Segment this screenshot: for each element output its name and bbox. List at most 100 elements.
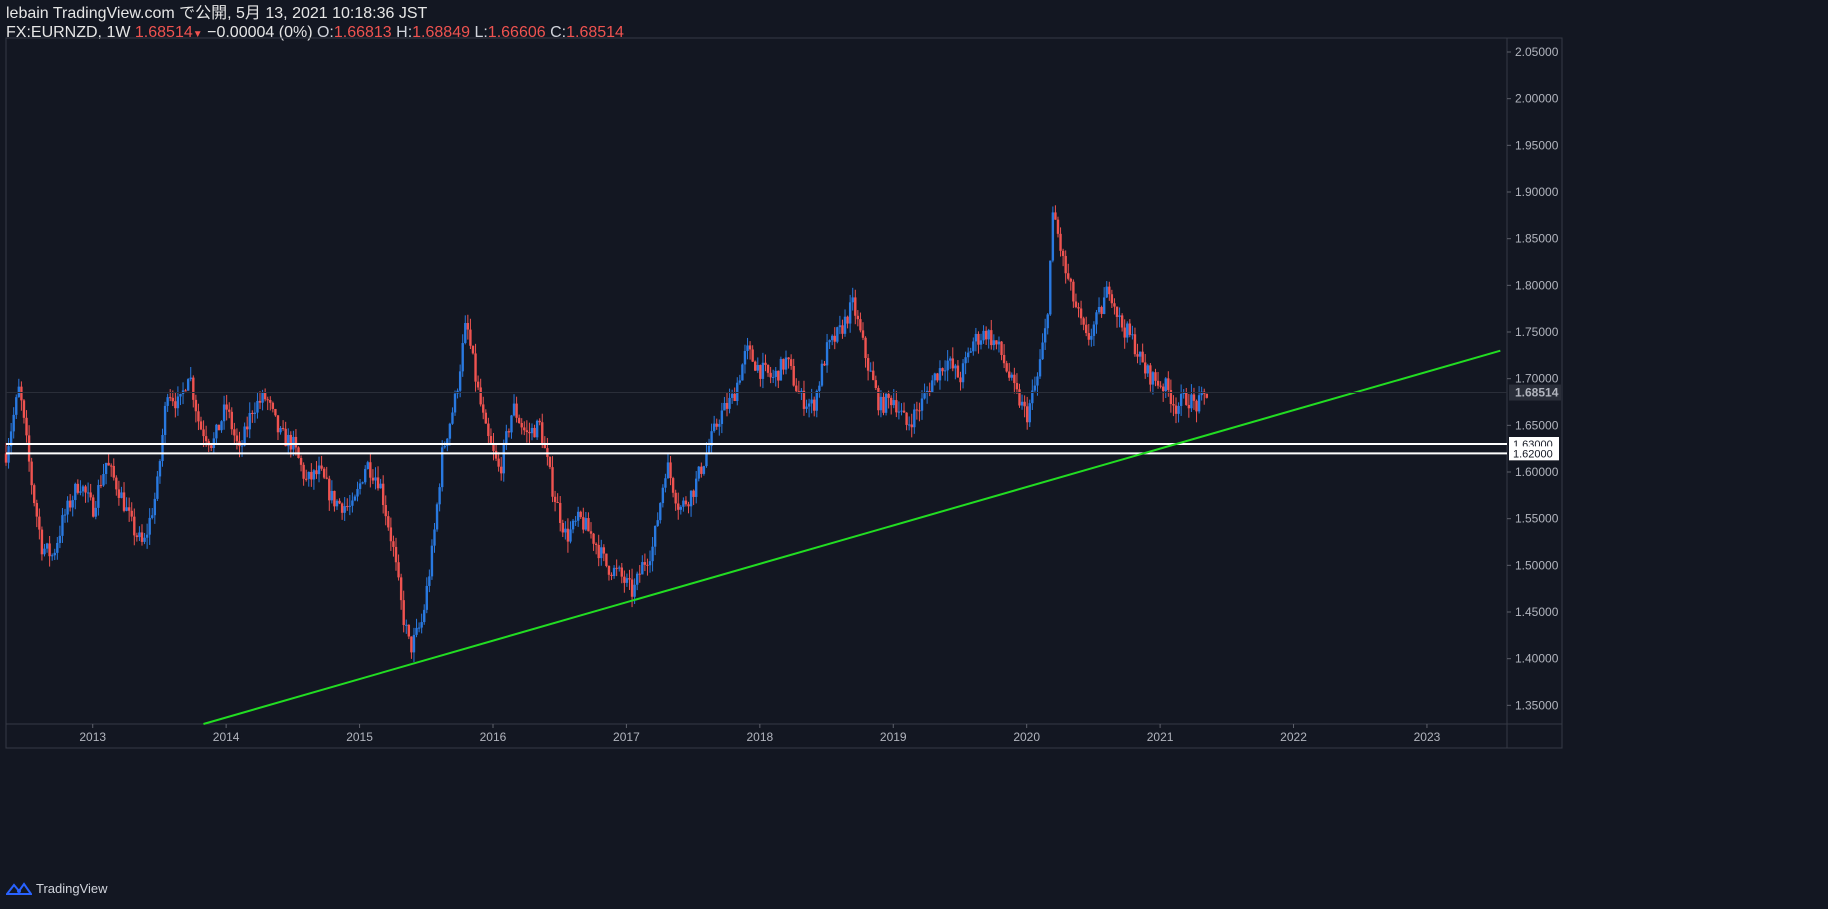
candle-down <box>1149 365 1152 385</box>
footer-brand[interactable]: TradingView <box>6 881 108 896</box>
candle-down <box>874 380 878 388</box>
trendline-group[interactable] <box>203 349 1501 725</box>
candle-up <box>992 340 996 346</box>
candle-down <box>276 415 280 433</box>
candle-down <box>107 462 110 466</box>
candle-down <box>905 412 908 425</box>
candle-down <box>902 410 906 413</box>
candle-down <box>766 364 770 373</box>
candle-up <box>656 520 659 526</box>
horizontal-levels[interactable]: 1.630001.62000 <box>6 437 1559 461</box>
y-tick-label: 1.80000 <box>1515 278 1559 292</box>
candle-up <box>807 403 811 407</box>
candle-up <box>307 471 310 479</box>
candle-down <box>823 363 826 366</box>
candle-down <box>1085 324 1088 334</box>
candle-up <box>530 427 534 434</box>
candle-down <box>859 319 862 331</box>
candle-up <box>179 393 182 397</box>
candle-down <box>1079 308 1083 319</box>
candle-down <box>1133 334 1137 355</box>
candle-down <box>643 562 647 565</box>
candle-down <box>1087 333 1090 340</box>
candle-up <box>330 490 334 501</box>
candle-up <box>836 327 839 342</box>
candle-up <box>50 555 54 557</box>
candle-down <box>520 422 523 428</box>
candle-down <box>325 477 328 479</box>
candle-down <box>802 390 806 409</box>
y-tick-label: 1.35000 <box>1515 698 1559 712</box>
candle-down <box>787 357 790 360</box>
candle-down <box>1064 255 1067 274</box>
candle-up <box>348 505 352 507</box>
candle-down <box>628 578 631 580</box>
candle-up <box>1118 315 1121 317</box>
candle-down <box>1061 250 1065 256</box>
candle-down <box>302 464 305 479</box>
candle-down <box>700 466 703 474</box>
candle-up <box>220 421 223 431</box>
candle-down <box>1108 286 1111 295</box>
candle-down <box>494 450 498 459</box>
candle-down <box>99 485 103 487</box>
candle-down <box>197 411 200 422</box>
candle-up <box>718 423 721 427</box>
candle-up <box>584 518 588 530</box>
candle-up <box>743 351 747 365</box>
candle-down <box>217 424 221 431</box>
candle-down <box>1115 306 1119 317</box>
candle-up <box>512 403 516 416</box>
candle-down <box>38 516 41 530</box>
candle-down <box>594 543 598 545</box>
candle-down <box>266 399 269 401</box>
x-tick-label: 2023 <box>1414 730 1441 744</box>
candle-up <box>1028 403 1031 423</box>
candle-down <box>854 297 857 316</box>
candle-down <box>476 381 480 388</box>
candle-down <box>487 423 490 437</box>
candle-up <box>738 380 742 383</box>
candle-down <box>792 366 795 386</box>
candle-up <box>1020 401 1024 406</box>
candle-up <box>71 500 74 508</box>
candle-down <box>579 511 582 518</box>
candle-down <box>169 397 172 399</box>
candle-down <box>687 504 690 507</box>
candle-up <box>779 358 783 381</box>
price-chart[interactable]: 1.630001.62000 2.05000 2.00000 1.95000 1.90… <box>0 0 1828 909</box>
candle-up <box>728 397 731 409</box>
candle-down <box>251 412 254 414</box>
candle-up <box>913 409 916 428</box>
candle-down <box>1195 400 1198 412</box>
candle-up <box>982 330 985 341</box>
candle-down <box>566 528 570 542</box>
ascending-trendline <box>203 349 1501 725</box>
candle-up <box>818 385 821 391</box>
candle-down <box>638 573 641 575</box>
candle-down <box>517 417 521 423</box>
candle-up <box>510 415 513 433</box>
candle-down <box>174 401 177 409</box>
candle-down <box>882 396 885 413</box>
candle-down <box>1025 406 1029 423</box>
candle-down <box>1205 393 1208 398</box>
candle-down <box>40 529 44 555</box>
price-axis[interactable]: 2.05000 2.00000 1.95000 1.90000 1.85000 1.800… <box>6 45 1561 712</box>
candle-down <box>228 409 231 412</box>
candle-up <box>666 462 670 479</box>
time-axis[interactable]: 2013 2014 2015 2016 2017 2018 2019 2020 2021 2022… <box>79 724 1441 744</box>
candle-down <box>258 400 262 403</box>
candle-down <box>1161 386 1165 392</box>
candle-down <box>1187 404 1191 409</box>
candle-up <box>156 476 159 499</box>
candle-up <box>151 515 154 518</box>
candle-up <box>618 567 621 569</box>
candle-down <box>371 477 375 481</box>
candle-up <box>612 567 616 577</box>
candle-up <box>569 529 572 542</box>
candle-up <box>600 547 603 559</box>
x-tick-label: 2014 <box>213 730 240 744</box>
candle-up <box>356 488 359 497</box>
candle-up <box>879 396 883 411</box>
